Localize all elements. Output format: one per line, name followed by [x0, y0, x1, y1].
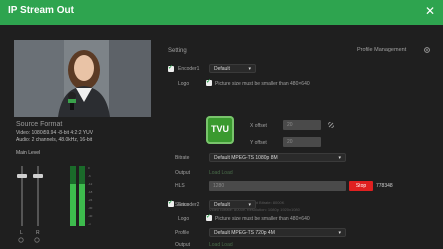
hls-url-input[interactable]: 1280: [209, 181, 346, 191]
encoder1-logo-checkbox[interactable]: [206, 78, 212, 86]
scale-inf: -∞: [88, 222, 92, 226]
scale-0: 0: [88, 166, 90, 170]
y-offset-label: Y offset: [250, 140, 267, 146]
profile-value: Default MPEG-TS 720p 4M: [214, 230, 275, 236]
profile-label: Profile: [175, 230, 190, 236]
encoder2-logo-label: Logo: [178, 216, 190, 222]
link-icon[interactable]: [327, 121, 335, 129]
encoder2-checkbox[interactable]: [168, 199, 174, 207]
x-offset-label: X offset: [250, 123, 267, 129]
gear-icon[interactable]: [423, 46, 431, 54]
encoder1-logo-label: Logo: [178, 81, 190, 87]
chevron-down-icon: ▾: [338, 230, 341, 236]
level-slider-l-knob[interactable]: [17, 174, 27, 178]
vu-meter-r-fill: [79, 184, 85, 226]
video-format: Video: 1080i59.94 -8-bit 4:2:2 YUV: [16, 130, 94, 136]
encoder2-preset-value: Default: [214, 202, 230, 208]
encoder1-label: Encoder1: [178, 66, 200, 72]
presenter-image: [14, 40, 151, 117]
scale-30: -30: [88, 206, 93, 210]
chevron-down-icon: ▾: [338, 155, 341, 161]
vu-meter-l: [70, 166, 76, 226]
main-panel: Source Format Video: 1080i59.94 -8-bit 4…: [0, 25, 443, 249]
setting-heading: Setting: [168, 48, 187, 54]
profile-dropdown[interactable]: Default MPEG-TS 720p 4M ▾: [209, 228, 346, 237]
audio-meter-panel: 0 -6 -12 -18 -24 -30 -40 -∞ L R: [13, 166, 108, 244]
output-value[interactable]: Load Load: [209, 170, 233, 176]
encoder2-logo-checkbox[interactable]: [206, 213, 212, 221]
source-format-title: Source Format: [16, 121, 63, 128]
level-slider-r-knob[interactable]: [33, 174, 43, 178]
main-level-label: Main Level: [16, 150, 41, 156]
profile-management-link[interactable]: Profile Management: [357, 47, 406, 53]
window-titlebar: IP Stream Out ✕: [0, 0, 443, 25]
stop-button[interactable]: Stop: [349, 181, 373, 191]
scale-12: -12: [88, 182, 93, 186]
encoder2-output-value[interactable]: Load Load: [209, 242, 233, 248]
encoder2-output-label: Output: [175, 242, 191, 248]
bitrate-value: Default MPEG-TS 1080p 8M: [214, 155, 278, 161]
scale-18: -18: [88, 190, 93, 194]
vu-meter-l-fill: [70, 184, 76, 226]
hls-code: 778348: [376, 183, 393, 189]
bitrate-label: Bitrate: [175, 155, 190, 161]
scale-40: -40: [88, 214, 93, 218]
encoder1-preset-value: Default: [214, 66, 230, 72]
output-label: Output: [175, 170, 191, 176]
hls-label: HLS: [175, 183, 185, 189]
x-offset-input[interactable]: 20: [283, 120, 321, 130]
meter-r-label: R: [36, 230, 40, 236]
encoder1-preset-dropdown[interactable]: Default ▾: [209, 64, 256, 73]
mute-icons: [18, 237, 40, 243]
chevron-down-icon: ▾: [248, 202, 251, 208]
source-preview: [14, 40, 151, 117]
chevron-down-icon: ▾: [248, 66, 251, 72]
encoder2-preset-dropdown[interactable]: Default ▾: [209, 200, 256, 209]
encoder1-picture-note: Picture size must be smaller than 480×64…: [215, 81, 310, 87]
bitrate-dropdown[interactable]: Default MPEG-TS 1080p 8M ▾: [209, 153, 346, 162]
encoder1-checkbox[interactable]: [168, 64, 174, 72]
logo-text: TVU: [211, 124, 229, 134]
scale-6: -6: [88, 174, 91, 178]
encoder2-label: Encoder2: [178, 202, 200, 208]
encoder2-picture-note: Picture size must be smaller than 480×64…: [215, 216, 310, 222]
scale-24: -24: [88, 198, 93, 202]
window-title: IP Stream Out: [8, 5, 74, 16]
y-offset-input[interactable]: 20: [283, 137, 321, 147]
audio-format: Audio: 2 channels, 48.0kHz, 16-bit: [16, 137, 93, 143]
vu-meter-r: [79, 166, 85, 226]
close-icon[interactable]: ✕: [425, 4, 435, 18]
logo-preview[interactable]: TVU: [206, 116, 234, 144]
meter-l-label: L: [20, 230, 23, 236]
